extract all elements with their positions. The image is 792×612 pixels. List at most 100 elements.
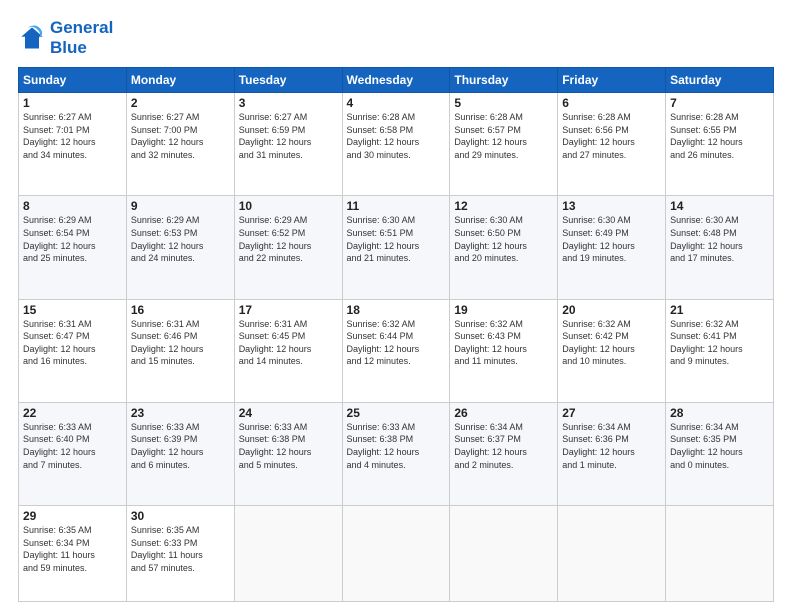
day-info: Sunrise: 6:27 AM Sunset: 7:00 PM Dayligh… [131,111,230,161]
table-row [342,506,450,602]
day-info: Sunrise: 6:30 AM Sunset: 6:51 PM Dayligh… [347,214,446,264]
table-row: 11Sunrise: 6:30 AM Sunset: 6:51 PM Dayli… [342,196,450,299]
table-row: 16Sunrise: 6:31 AM Sunset: 6:46 PM Dayli… [126,299,234,402]
logo-text: General Blue [50,18,113,57]
day-number: 24 [239,406,338,420]
table-row: 28Sunrise: 6:34 AM Sunset: 6:35 PM Dayli… [666,402,774,505]
day-info: Sunrise: 6:35 AM Sunset: 6:34 PM Dayligh… [23,524,122,574]
table-row: 2Sunrise: 6:27 AM Sunset: 7:00 PM Daylig… [126,93,234,196]
day-number: 25 [347,406,446,420]
day-number: 26 [454,406,553,420]
day-info: Sunrise: 6:31 AM Sunset: 6:45 PM Dayligh… [239,318,338,368]
day-info: Sunrise: 6:27 AM Sunset: 6:59 PM Dayligh… [239,111,338,161]
table-row: 10Sunrise: 6:29 AM Sunset: 6:52 PM Dayli… [234,196,342,299]
day-info: Sunrise: 6:28 AM Sunset: 6:58 PM Dayligh… [347,111,446,161]
table-row [234,506,342,602]
day-number: 5 [454,96,553,110]
day-info: Sunrise: 6:30 AM Sunset: 6:48 PM Dayligh… [670,214,769,264]
day-number: 16 [131,303,230,317]
table-row: 7Sunrise: 6:28 AM Sunset: 6:55 PM Daylig… [666,93,774,196]
weekday-header-monday: Monday [126,68,234,93]
day-number: 11 [347,199,446,213]
day-info: Sunrise: 6:29 AM Sunset: 6:53 PM Dayligh… [131,214,230,264]
logo: General Blue [18,18,113,57]
table-row: 25Sunrise: 6:33 AM Sunset: 6:38 PM Dayli… [342,402,450,505]
weekday-header-saturday: Saturday [666,68,774,93]
table-row: 17Sunrise: 6:31 AM Sunset: 6:45 PM Dayli… [234,299,342,402]
day-info: Sunrise: 6:33 AM Sunset: 6:40 PM Dayligh… [23,421,122,471]
table-row: 21Sunrise: 6:32 AM Sunset: 6:41 PM Dayli… [666,299,774,402]
day-number: 20 [562,303,661,317]
table-row: 23Sunrise: 6:33 AM Sunset: 6:39 PM Dayli… [126,402,234,505]
day-number: 18 [347,303,446,317]
table-row: 5Sunrise: 6:28 AM Sunset: 6:57 PM Daylig… [450,93,558,196]
day-number: 1 [23,96,122,110]
day-number: 28 [670,406,769,420]
table-row: 24Sunrise: 6:33 AM Sunset: 6:38 PM Dayli… [234,402,342,505]
day-info: Sunrise: 6:27 AM Sunset: 7:01 PM Dayligh… [23,111,122,161]
table-row: 20Sunrise: 6:32 AM Sunset: 6:42 PM Dayli… [558,299,666,402]
logo-icon [18,24,46,52]
calendar-table: SundayMondayTuesdayWednesdayThursdayFrid… [18,67,774,602]
weekday-header-tuesday: Tuesday [234,68,342,93]
day-info: Sunrise: 6:28 AM Sunset: 6:56 PM Dayligh… [562,111,661,161]
day-number: 27 [562,406,661,420]
page: General Blue SundayMondayTuesdayWednesda… [0,0,792,612]
day-info: Sunrise: 6:33 AM Sunset: 6:38 PM Dayligh… [239,421,338,471]
day-number: 9 [131,199,230,213]
table-row: 6Sunrise: 6:28 AM Sunset: 6:56 PM Daylig… [558,93,666,196]
day-number: 22 [23,406,122,420]
table-row: 12Sunrise: 6:30 AM Sunset: 6:50 PM Dayli… [450,196,558,299]
day-info: Sunrise: 6:28 AM Sunset: 6:55 PM Dayligh… [670,111,769,161]
day-number: 14 [670,199,769,213]
table-row: 3Sunrise: 6:27 AM Sunset: 6:59 PM Daylig… [234,93,342,196]
day-info: Sunrise: 6:35 AM Sunset: 6:33 PM Dayligh… [131,524,230,574]
table-row: 27Sunrise: 6:34 AM Sunset: 6:36 PM Dayli… [558,402,666,505]
weekday-header-friday: Friday [558,68,666,93]
day-number: 7 [670,96,769,110]
day-number: 15 [23,303,122,317]
day-info: Sunrise: 6:31 AM Sunset: 6:46 PM Dayligh… [131,318,230,368]
day-info: Sunrise: 6:32 AM Sunset: 6:43 PM Dayligh… [454,318,553,368]
day-number: 3 [239,96,338,110]
day-number: 6 [562,96,661,110]
table-row: 1Sunrise: 6:27 AM Sunset: 7:01 PM Daylig… [19,93,127,196]
day-number: 29 [23,509,122,523]
table-row: 13Sunrise: 6:30 AM Sunset: 6:49 PM Dayli… [558,196,666,299]
day-number: 10 [239,199,338,213]
day-info: Sunrise: 6:30 AM Sunset: 6:50 PM Dayligh… [454,214,553,264]
day-info: Sunrise: 6:34 AM Sunset: 6:36 PM Dayligh… [562,421,661,471]
table-row: 14Sunrise: 6:30 AM Sunset: 6:48 PM Dayli… [666,196,774,299]
day-info: Sunrise: 6:33 AM Sunset: 6:38 PM Dayligh… [347,421,446,471]
day-number: 13 [562,199,661,213]
day-info: Sunrise: 6:32 AM Sunset: 6:42 PM Dayligh… [562,318,661,368]
table-row: 4Sunrise: 6:28 AM Sunset: 6:58 PM Daylig… [342,93,450,196]
table-row [450,506,558,602]
table-row: 18Sunrise: 6:32 AM Sunset: 6:44 PM Dayli… [342,299,450,402]
day-info: Sunrise: 6:29 AM Sunset: 6:54 PM Dayligh… [23,214,122,264]
table-row: 19Sunrise: 6:32 AM Sunset: 6:43 PM Dayli… [450,299,558,402]
day-info: Sunrise: 6:31 AM Sunset: 6:47 PM Dayligh… [23,318,122,368]
table-row: 8Sunrise: 6:29 AM Sunset: 6:54 PM Daylig… [19,196,127,299]
day-info: Sunrise: 6:33 AM Sunset: 6:39 PM Dayligh… [131,421,230,471]
day-info: Sunrise: 6:34 AM Sunset: 6:35 PM Dayligh… [670,421,769,471]
day-number: 23 [131,406,230,420]
weekday-header-sunday: Sunday [19,68,127,93]
table-row: 26Sunrise: 6:34 AM Sunset: 6:37 PM Dayli… [450,402,558,505]
header: General Blue [18,18,774,57]
table-row: 29Sunrise: 6:35 AM Sunset: 6:34 PM Dayli… [19,506,127,602]
table-row: 22Sunrise: 6:33 AM Sunset: 6:40 PM Dayli… [19,402,127,505]
day-info: Sunrise: 6:29 AM Sunset: 6:52 PM Dayligh… [239,214,338,264]
weekday-header-thursday: Thursday [450,68,558,93]
day-info: Sunrise: 6:30 AM Sunset: 6:49 PM Dayligh… [562,214,661,264]
day-info: Sunrise: 6:32 AM Sunset: 6:41 PM Dayligh… [670,318,769,368]
day-info: Sunrise: 6:28 AM Sunset: 6:57 PM Dayligh… [454,111,553,161]
day-number: 12 [454,199,553,213]
day-number: 19 [454,303,553,317]
day-number: 17 [239,303,338,317]
table-row: 9Sunrise: 6:29 AM Sunset: 6:53 PM Daylig… [126,196,234,299]
table-row: 30Sunrise: 6:35 AM Sunset: 6:33 PM Dayli… [126,506,234,602]
day-number: 4 [347,96,446,110]
table-row: 15Sunrise: 6:31 AM Sunset: 6:47 PM Dayli… [19,299,127,402]
weekday-header-wednesday: Wednesday [342,68,450,93]
